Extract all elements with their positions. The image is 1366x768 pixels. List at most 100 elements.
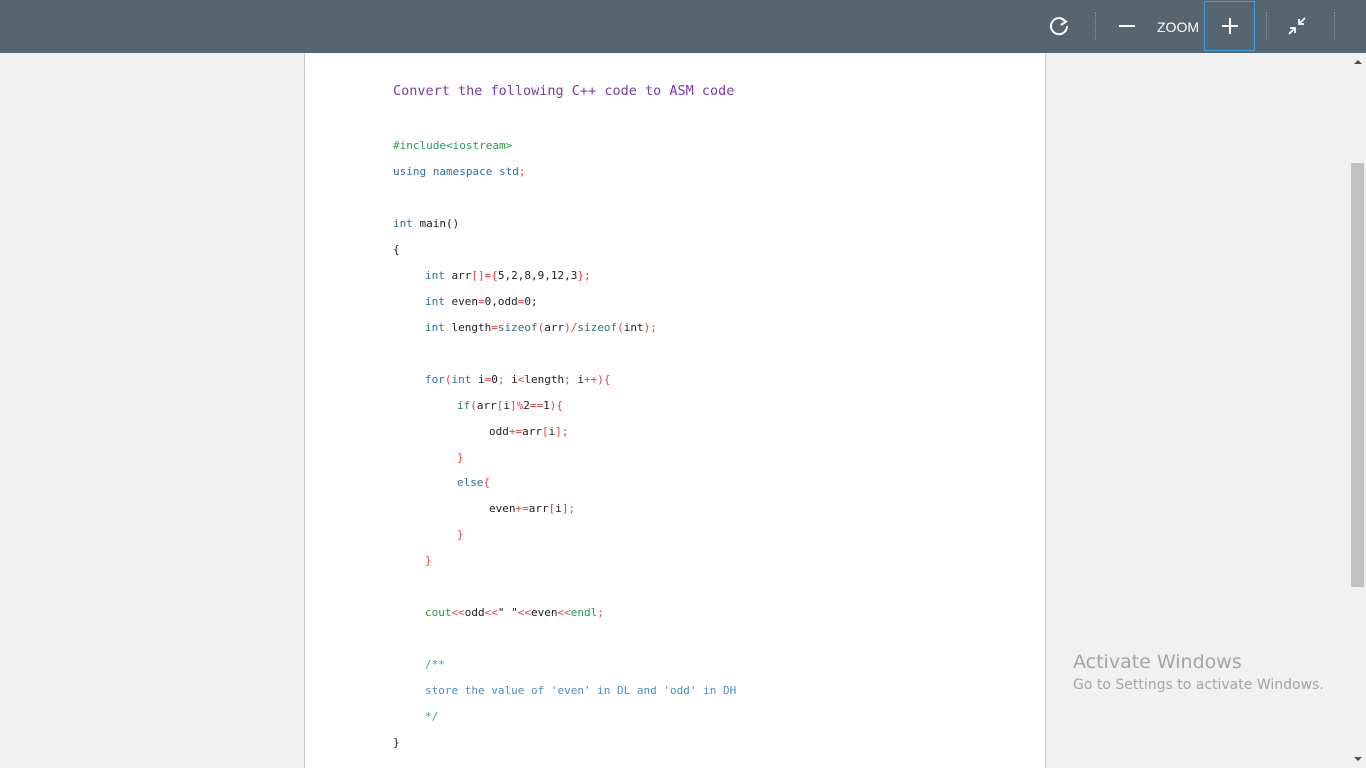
code-line: } [457,528,464,542]
code-token: int [425,269,445,282]
code-token: main() [412,217,460,230]
code-token: = [491,321,498,334]
zoom-in-button[interactable] [1204,1,1255,51]
code-token: #include<iostream> [393,139,513,152]
code-token: ; [518,165,526,178]
code-line: int even=0,odd=0; [425,295,538,309]
code-token: odd [464,606,485,619]
code-token: }; [577,269,591,282]
code-token: ++){ [584,373,611,386]
code-token: 1 [543,399,550,412]
code-line: cout<<odd<<" "<<even<<endl; [425,606,604,620]
code-token: ]; [555,425,569,438]
code-token: ; [597,606,604,619]
code-line: { [393,243,400,257]
code-token: even [444,295,478,308]
code-token: = [478,295,485,308]
code-token: arr [528,502,549,515]
code-token: << [484,606,498,619]
code-line: else{ [457,476,490,490]
code-token: int [393,217,413,230]
code-token: 2 [523,399,530,412]
code-token: arr [544,321,565,334]
document-page: Convert the following C++ code to ASM co… [304,53,1046,768]
code-token: )/ [564,321,578,334]
activate-windows-subtitle: Go to Settings to activate Windows. [1073,677,1324,693]
code-line: /** [425,658,445,672]
scroll-up-arrow[interactable] [1349,55,1366,69]
code-token: else [457,476,484,489]
code-token: i [555,502,562,515]
code-token: 0,odd [484,295,518,308]
code-token: i [471,373,485,386]
code-token: arr [444,269,472,282]
zoom-label: ZOOM [1157,18,1199,35]
code-line: */ [425,710,438,724]
code-token: sizeof [497,321,538,334]
code-token: cout [425,606,452,619]
code-token: } [425,554,432,567]
code-token: == [529,399,544,412]
code-line: } [425,554,432,568]
code-token: */ [425,710,439,723]
plus-icon [1221,18,1238,34]
code-token: endl [570,606,598,619]
page-heading: Convert the following C++ code to ASM co… [393,83,735,99]
code-token: 0 [491,373,498,386]
code-token: for [425,373,445,386]
code-token: ); [643,321,657,334]
code-token: ]; [561,502,576,515]
code-line: store the value of 'even' in DL and 'odd… [425,684,736,698]
code-token: int [425,321,445,334]
code-token: i [504,373,518,386]
code-token: += [508,425,523,438]
vertical-scrollbar[interactable] [1349,53,1366,768]
toolbar-divider [1266,12,1267,40]
code-token: i [570,373,584,386]
code-token: int [451,373,472,386]
code-token: length [444,321,492,334]
code-token: } [457,528,464,541]
toolbar-divider [1334,12,1335,40]
refresh-icon [1050,17,1069,36]
code-token: { [393,243,400,256]
code-token: even [531,606,558,619]
code-token: arr [476,399,497,412]
code-token: ]% [510,399,524,412]
minus-icon [1119,25,1135,27]
code-token: store the value of 'even' in DL and 'odd… [425,684,737,697]
viewer-toolbar: ZOOM [0,0,1366,53]
code-line: int length=sizeof(arr)/sizeof(int); [425,321,657,335]
code-token: " " [497,606,518,619]
exit-fullscreen-button[interactable] [1274,1,1320,51]
code-token: if [457,399,471,412]
code-token: odd [489,425,509,438]
refresh-button[interactable] [1036,1,1082,51]
code-token: ( [444,373,452,386]
code-line: int main() [393,217,459,231]
code-token: << [557,606,571,619]
code-token: ( [617,321,624,334]
code-token: ; [497,373,505,386]
code-token: []={ [471,269,498,282]
scroll-down-arrow[interactable] [1349,752,1366,766]
code-line: even+=arr[i]; [489,502,575,516]
activate-windows-title: Activate Windows [1073,651,1242,673]
code-token: { [483,476,491,489]
toolbar-divider [1095,12,1096,40]
code-token: ){ [549,399,563,412]
code-token: ( [470,399,477,412]
code-token: /** [425,658,445,671]
caret-down-icon [1353,757,1362,761]
code-token: sizeof [577,321,618,334]
code-line: if(arr[i]%2==1){ [457,399,563,413]
zoom-out-button[interactable] [1104,1,1150,51]
exit-fullscreen-icon [1288,17,1306,35]
code-line: } [457,451,464,465]
scrollbar-thumb[interactable] [1351,163,1364,587]
code-token: length [524,373,565,386]
code-token: even [489,502,516,515]
code-token: arr [522,425,542,438]
caret-up-icon [1353,60,1362,64]
code-line: for(int i=0; i<length; i++){ [425,373,611,387]
